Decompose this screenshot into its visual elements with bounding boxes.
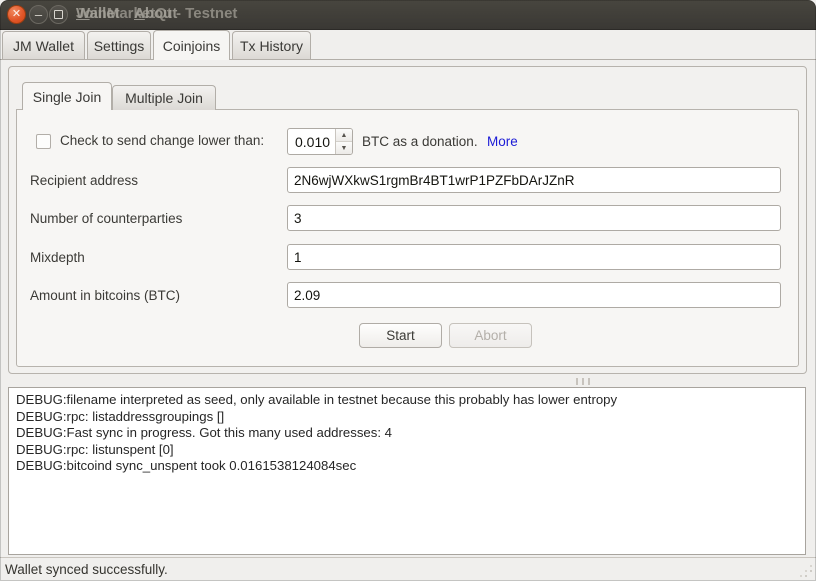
counterparties-label: Number of counterparties (30, 211, 182, 226)
amount-input[interactable] (287, 282, 781, 308)
log-line: DEBUG:filename interpreted as seed, only… (16, 392, 798, 409)
resize-grip-icon[interactable] (810, 575, 812, 577)
recipient-address-input[interactable] (287, 167, 781, 193)
log-line: DEBUG:rpc: listunspent [0] (16, 442, 798, 459)
log-line: DEBUG:Fast sync in progress. Got this ma… (16, 425, 798, 442)
more-link[interactable]: More (487, 134, 518, 149)
tab-jm-wallet[interactable]: JM Wallet (2, 31, 85, 59)
donation-checkbox-label: Check to send change lower than: (60, 133, 264, 148)
spinner-buttons: ▲ ▼ (335, 129, 352, 154)
maximize-glyph (54, 10, 63, 19)
menu-about[interactable]: About (134, 5, 177, 22)
status-message: Wallet synced successfully. (5, 562, 168, 577)
mixdepth-label: Mixdepth (30, 250, 85, 265)
recipient-address-label: Recipient address (30, 173, 138, 188)
menu-wallet[interactable]: Wallet (76, 5, 120, 22)
debug-log-area[interactable]: DEBUG:filename interpreted as seed, only… (8, 387, 806, 555)
tab-coinjoins[interactable]: Coinjoins (153, 30, 230, 60)
donation-amount-input[interactable] (288, 129, 335, 154)
splitter-handle[interactable] (576, 378, 592, 385)
donation-checkbox[interactable] (36, 134, 51, 149)
abort-button[interactable]: Abort (449, 323, 532, 348)
spin-up-icon[interactable]: ▲ (336, 129, 352, 142)
minimize-window-icon[interactable]: – (29, 5, 48, 24)
tab-tx-history[interactable]: Tx History (232, 31, 311, 59)
mixdepth-input[interactable] (287, 244, 781, 270)
tab-settings[interactable]: Settings (87, 31, 151, 59)
subtab-single-join[interactable]: Single Join (22, 82, 112, 110)
amount-label: Amount in bitcoins (BTC) (30, 288, 180, 303)
maximize-window-icon[interactable] (49, 5, 68, 24)
log-line: DEBUG:bitcoind sync_unspent took 0.01615… (16, 458, 798, 475)
status-bar: Wallet synced successfully. (0, 558, 816, 581)
donation-amount-spinner[interactable]: ▲ ▼ (287, 128, 353, 155)
start-button[interactable]: Start (359, 323, 442, 348)
subtab-multiple-join[interactable]: Multiple Join (112, 85, 216, 110)
title-bar: ✕ – JoinMarketQt - Testnet Wallet About (0, 0, 816, 30)
tab-pane-top-border (0, 59, 816, 60)
donation-suffix-label: BTC as a donation. (362, 134, 478, 149)
close-window-icon[interactable]: ✕ (7, 5, 26, 24)
spin-down-icon[interactable]: ▼ (336, 142, 352, 154)
log-line: DEBUG:rpc: listaddressgroupings [] (16, 409, 798, 426)
counterparties-input[interactable] (287, 205, 781, 231)
